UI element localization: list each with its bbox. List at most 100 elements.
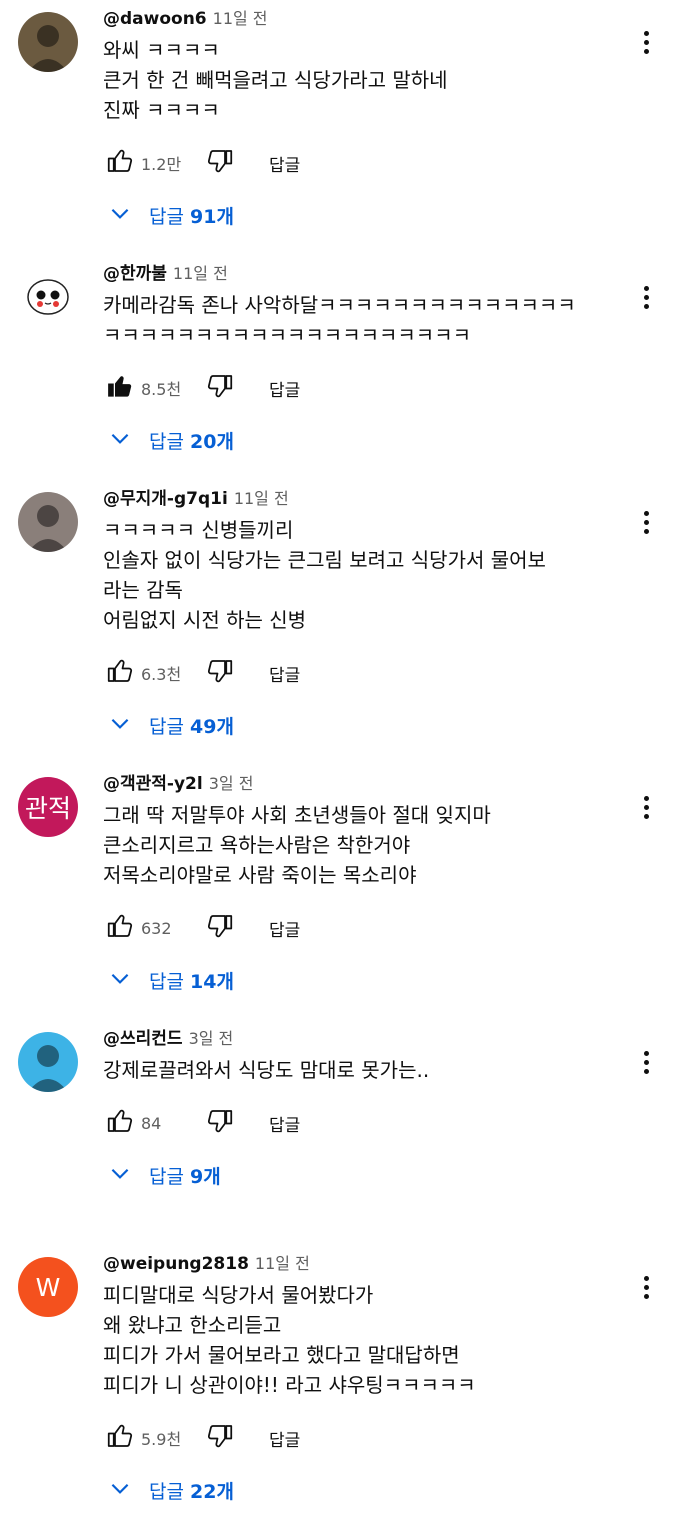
comment-actions: 8.5천 답글 [103,368,620,408]
dislike-button[interactable] [203,1421,237,1455]
avatar[interactable]: 관적 [18,777,78,837]
view-replies-button[interactable]: 답글 49개 [107,705,620,745]
comment-header: @쓰리컨드 3일 전 [103,1026,620,1052]
comment-time[interactable]: 11일 전 [213,9,268,28]
reply-button[interactable]: 답글 [269,661,300,686]
thumb-up-icon [105,146,135,180]
replies-label-text: 답글 [149,1480,184,1503]
author-name[interactable]: @객관적-y2l [103,774,203,794]
like-button[interactable] [103,911,137,945]
view-replies-button[interactable]: 답글 20개 [107,420,620,460]
comment-text-line: 큰거 한 건 빼먹을려고 식당가라고 말하네 [103,68,448,92]
comment-text-line: ㅋㅋㅋㅋㅋ 신병들끼리 [103,518,294,542]
comment-text-line: 진짜 ㅋㅋㅋㅋ [103,98,220,122]
reply-button[interactable]: 답글 [269,1426,300,1451]
author-name[interactable]: @한까불 [103,264,167,284]
comment-text-line: 카메라감독 존나 사악하달ㅋㅋㅋㅋㅋㅋㅋㅋㅋㅋㅋㅋㅋㅋ [103,293,576,317]
comment-text-line: 피디가 가서 물어보라고 했다고 말대답하면 [103,1343,460,1367]
comment-text-line: 피디가 니 상관이야!! 라고 샤우팅ㅋㅋㅋㅋㅋ [103,1373,476,1397]
replies-count: 91개 [190,205,234,228]
chevron-down-icon [107,965,133,996]
reply-button[interactable]: 답글 [269,376,300,401]
comment-actions: 632 답글 [103,908,620,948]
replies-label-text: 답글 [149,205,184,228]
avatar[interactable] [18,267,78,327]
comment-text-line: 그래 딱 저말투야 사회 초년생들아 절대 잊지마 [103,803,491,827]
chevron-down-icon [107,1160,133,1191]
comment-text-line: 강제로끌려와서 식당도 맘대로 못가는.. [103,1058,430,1082]
author-name[interactable]: @dawoon6 [103,9,207,29]
view-replies-button[interactable]: 답글 91개 [107,195,620,235]
comment-text-line: 큰소리지르고 욕하는사람은 착한거야 [103,833,411,857]
comment-text-line: 피디말대로 식당가서 물어봤다가 [103,1283,374,1307]
cartoon-face-icon [27,279,69,315]
thumb-up-icon [105,1421,135,1455]
comment-body: @한까불 11일 전 카메라감독 존나 사악하달ㅋㅋㅋㅋㅋㅋㅋㅋㅋㅋㅋㅋㅋㅋ ㅋㅋㅋ… [103,261,620,460]
dislike-button[interactable] [203,1106,237,1140]
thumb-up-icon [105,1106,135,1140]
replies-label: 답글 20개 [149,427,234,454]
comment-text-line: 어림없지 시전 하는 신병 [103,608,307,632]
avatar-letter: W [35,1272,61,1302]
dislike-button[interactable] [203,371,237,405]
author-name[interactable]: @weipung2818 [103,1254,249,1274]
dislike-button[interactable] [203,146,237,180]
view-replies-button[interactable]: 답글 22개 [107,1470,620,1510]
like-button[interactable] [103,371,137,405]
view-replies-button[interactable]: 답글 9개 [107,1155,620,1195]
replies-count: 9개 [190,1165,221,1188]
like-button[interactable] [103,146,137,180]
comment-thread: 관적 @객관적-y2l 3일 전 그래 딱 저말투야 사회 초년생들아 절대 잊지… [0,765,690,1020]
avatar[interactable] [18,492,78,552]
avatar[interactable] [18,12,78,72]
comment-time[interactable]: 11일 전 [173,264,228,283]
reply-button[interactable]: 답글 [269,1111,300,1136]
thumb-down-icon [205,911,235,945]
comment-text-line: 와씨 ㅋㅋㅋㅋ [103,38,220,62]
like-button[interactable] [103,656,137,690]
more-vert-icon[interactable] [632,277,660,317]
avatar[interactable]: W [18,1257,78,1317]
replies-count: 22개 [190,1480,234,1503]
comment-time[interactable]: 11일 전 [234,489,289,508]
dislike-button[interactable] [203,911,237,945]
like-button[interactable] [103,1421,137,1455]
replies-label-text: 답글 [149,715,184,738]
comment-body: @weipung2818 11일 전 피디말대로 식당가서 물어봤다가 왜 왔냐고 … [103,1251,620,1510]
comment-header: @객관적-y2l 3일 전 [103,771,620,797]
more-vert-icon[interactable] [632,1042,660,1082]
profile-photo-icon [28,505,68,552]
more-vert-icon[interactable] [632,22,660,62]
replies-label-text: 답글 [149,970,184,993]
author-name[interactable]: @무지개-g7q1i [103,489,228,509]
comment-time[interactable]: 3일 전 [189,1029,234,1048]
view-replies-button[interactable]: 답글 14개 [107,960,620,1000]
replies-label: 답글 49개 [149,712,234,739]
replies-label: 답글 14개 [149,967,234,994]
comment-actions: 6.3천 답글 [103,653,620,693]
reply-button[interactable]: 답글 [269,916,300,941]
more-vert-icon[interactable] [632,502,660,542]
more-vert-icon[interactable] [632,1267,660,1307]
comment-text-line: 저목소리야말로 사람 죽이는 목소리야 [103,863,417,887]
avatar[interactable] [18,1032,78,1092]
dislike-button[interactable] [203,656,237,690]
author-name[interactable]: @쓰리컨드 [103,1029,183,1049]
chevron-down-icon [107,710,133,741]
more-vert-icon[interactable] [632,787,660,827]
thumb-down-icon [205,1421,235,1455]
comment-thread: @dawoon6 11일 전 와씨 ㅋㅋㅋㅋ 큰거 한 건 빼먹을려고 식당가라고 … [0,0,690,255]
reply-button[interactable]: 답글 [269,151,300,176]
thumb-down-icon [205,656,235,690]
comment-time[interactable]: 11일 전 [255,1254,310,1273]
replies-count: 20개 [190,430,234,453]
thumb-down-icon [205,146,235,180]
thumb-up-icon [105,371,135,405]
profile-photo-icon [28,1045,68,1092]
like-count: 84 [141,1113,162,1133]
like-button[interactable] [103,1106,137,1140]
comment-body: @dawoon6 11일 전 와씨 ㅋㅋㅋㅋ 큰거 한 건 빼먹을려고 식당가라고 … [103,6,620,235]
comment-time[interactable]: 3일 전 [209,774,254,793]
replies-label: 답글 22개 [149,1477,234,1504]
comment-text: 강제로끌려와서 식당도 맘대로 못가는.. [103,1055,620,1085]
